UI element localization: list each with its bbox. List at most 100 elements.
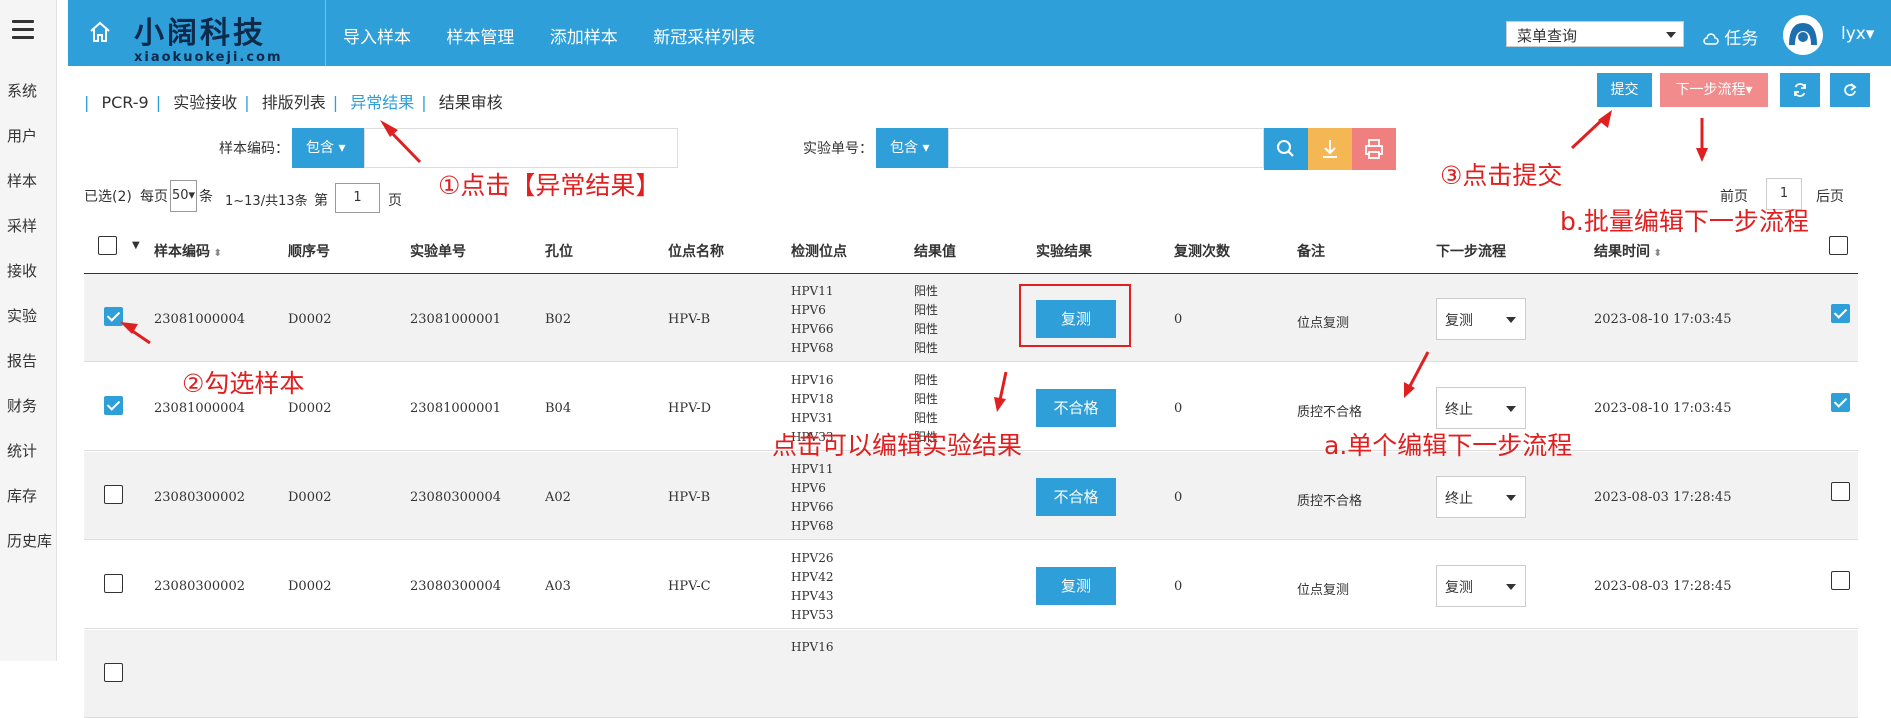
row-checkbox[interactable]	[104, 663, 123, 682]
locus-item: HPV68	[791, 519, 834, 533]
sidebar-item-history[interactable]: 历史库	[7, 530, 52, 551]
row-checkbox[interactable]	[104, 574, 123, 593]
nav-add-sample[interactable]: 添加样本	[550, 28, 618, 48]
sidebar-item-report[interactable]: 报告	[7, 350, 37, 371]
row-checkbox[interactable]	[104, 307, 123, 326]
menu-search-select[interactable]: 菜单查询	[1506, 21, 1684, 47]
table-row[interactable]: 23080300002 D0002 23080300004 A02 HPV-B 0 质控不合…	[84, 452, 1858, 540]
header-sample-code[interactable]: 样本编码 ⬍	[154, 241, 222, 261]
table-row[interactable]: 23080300002 D0002 23080300004 A03 HPV-C 0 位点复测…	[84, 541, 1858, 629]
sidebar-item-stock[interactable]: 库存	[7, 485, 37, 506]
exp-no-label: 实验单号：	[803, 141, 873, 157]
result-button[interactable]: 不合格	[1036, 389, 1116, 427]
avatar[interactable]	[1783, 15, 1823, 55]
cloud-icon	[1703, 33, 1719, 45]
record-range: 1~13/共13条	[225, 194, 308, 209]
next-flow-select[interactable]: 终止	[1436, 476, 1526, 518]
locus-item: HPV68	[791, 341, 834, 355]
tab-layout-list[interactable]: 排版列表	[262, 93, 326, 112]
sample-code-input[interactable]	[364, 128, 678, 168]
cell-well: B02	[545, 312, 572, 327]
submit-button[interactable]: 提交	[1597, 73, 1652, 107]
cell-site: HPV-C	[668, 579, 711, 594]
locus-item: HPV16	[791, 640, 834, 654]
header-exp-no: 实验单号	[410, 244, 466, 260]
cell-result-time: 2023-08-10 17:03:45	[1594, 401, 1732, 416]
next-flow-select[interactable]: 复测	[1436, 298, 1526, 340]
download-icon	[1323, 140, 1337, 158]
cell-site: HPV-B	[668, 490, 711, 505]
sidebar-item-system[interactable]: 系统	[7, 80, 37, 101]
sidebar-item-sample[interactable]: 样本	[7, 170, 37, 191]
locus-item: HPV42	[791, 570, 834, 584]
sidebar-item-stats[interactable]: 统计	[7, 440, 37, 461]
cell-values: 阳性 阳性 阳性 阳性	[914, 282, 938, 358]
header-loci: 检测位点	[791, 244, 847, 260]
page-number-input[interactable]: 1	[335, 183, 380, 213]
header-result-time[interactable]: 结果时间 ⬍	[1594, 241, 1662, 261]
next-flow-button[interactable]: 下一步流程▾	[1660, 73, 1768, 107]
task-link[interactable]: 任务	[1703, 24, 1758, 49]
row-checkbox[interactable]	[104, 485, 123, 504]
tab-exp-receive[interactable]: 实验接收	[173, 93, 237, 112]
locus-item: HPV16	[791, 373, 834, 387]
table-row[interactable]: 23081000004 D0002 23081000001 B02 HPV-B 0 位点复测…	[84, 274, 1858, 362]
selected-count: 已选(2)	[84, 189, 132, 205]
nav-import-sample[interactable]: 导入样本	[343, 28, 411, 48]
next-flow-value: 复测	[1445, 580, 1473, 596]
sidebar-item-finance[interactable]: 财务	[7, 395, 37, 416]
sidebar-item-collect[interactable]: 采样	[7, 215, 37, 236]
search-button[interactable]	[1264, 128, 1308, 170]
tab-abnormal-result[interactable]: 异常结果	[350, 93, 414, 112]
tab-result-review[interactable]: 结果审核	[439, 93, 503, 112]
nav-sample-manage[interactable]: 样本管理	[446, 28, 514, 48]
exp-no-input[interactable]	[948, 128, 1264, 168]
print-button[interactable]	[1352, 128, 1396, 170]
tab-pcr9[interactable]: PCR-9	[101, 93, 148, 112]
cell-seq: D0002	[288, 579, 332, 594]
sidebar-item-experiment[interactable]: 实验	[7, 305, 37, 326]
sidebar-item-user[interactable]: 用户	[7, 125, 37, 146]
exp-no-mode-dropdown[interactable]: 包含 ▾	[876, 128, 948, 168]
cell-note: 位点复测	[1297, 583, 1350, 598]
nav-covid-list[interactable]: 新冠采样列表	[653, 28, 755, 48]
cell-well: A02	[545, 490, 571, 505]
header-result: 实验结果	[1036, 244, 1092, 260]
select-all-checkbox[interactable]	[98, 236, 117, 255]
cell-site: HPV-B	[668, 312, 711, 327]
home-icon[interactable]	[88, 20, 112, 44]
next-flow-select[interactable]: 复测	[1436, 565, 1526, 607]
table-row[interactable]: HPV16	[84, 630, 1858, 718]
user-name: lyx	[1841, 24, 1866, 44]
row-right-checkbox[interactable]	[1831, 393, 1850, 412]
per-page-select[interactable]: 50▾	[170, 180, 197, 212]
cell-sample-code: 23080300002	[154, 579, 245, 594]
cell-sample-code: 23080300002	[154, 490, 245, 505]
row-right-checkbox[interactable]	[1831, 304, 1850, 323]
sample-code-mode-dropdown[interactable]: 包含 ▾	[292, 128, 364, 168]
cell-loci: HPV11 HPV6 HPV66 HPV68	[791, 282, 833, 358]
logo-sub-text: xiaokuokeji.com	[134, 50, 283, 65]
header-note: 备注	[1297, 244, 1325, 260]
cell-exp-no: 23081000001	[410, 312, 501, 327]
next-flow-select[interactable]: 终止	[1436, 387, 1526, 429]
row-checkbox[interactable]	[104, 396, 123, 415]
row-right-checkbox[interactable]	[1831, 571, 1850, 590]
next-page-link[interactable]: 后页	[1816, 186, 1844, 206]
hamburger-menu-icon[interactable]	[12, 20, 34, 44]
redo-button[interactable]	[1830, 73, 1870, 107]
result-button[interactable]: 不合格	[1036, 478, 1116, 516]
cell-seq: D0002	[288, 312, 332, 327]
result-button[interactable]: 复测	[1036, 567, 1116, 605]
refresh-button[interactable]	[1780, 73, 1820, 107]
sidebar-item-receive[interactable]: 接收	[7, 260, 37, 281]
value-item: 阳性	[914, 373, 939, 387]
annotation-edit-result: 点击可以编辑实验结果	[772, 431, 1023, 460]
header-dropdown-icon[interactable]: ▼	[132, 240, 140, 251]
user-menu[interactable]: lyx▾	[1841, 24, 1874, 44]
row-right-checkbox[interactable]	[1831, 482, 1850, 501]
select-all-right-checkbox[interactable]	[1829, 236, 1848, 255]
breadcrumb-divider: |	[155, 93, 162, 112]
cell-note: 质控不合格	[1297, 494, 1363, 509]
export-button[interactable]	[1308, 128, 1352, 170]
